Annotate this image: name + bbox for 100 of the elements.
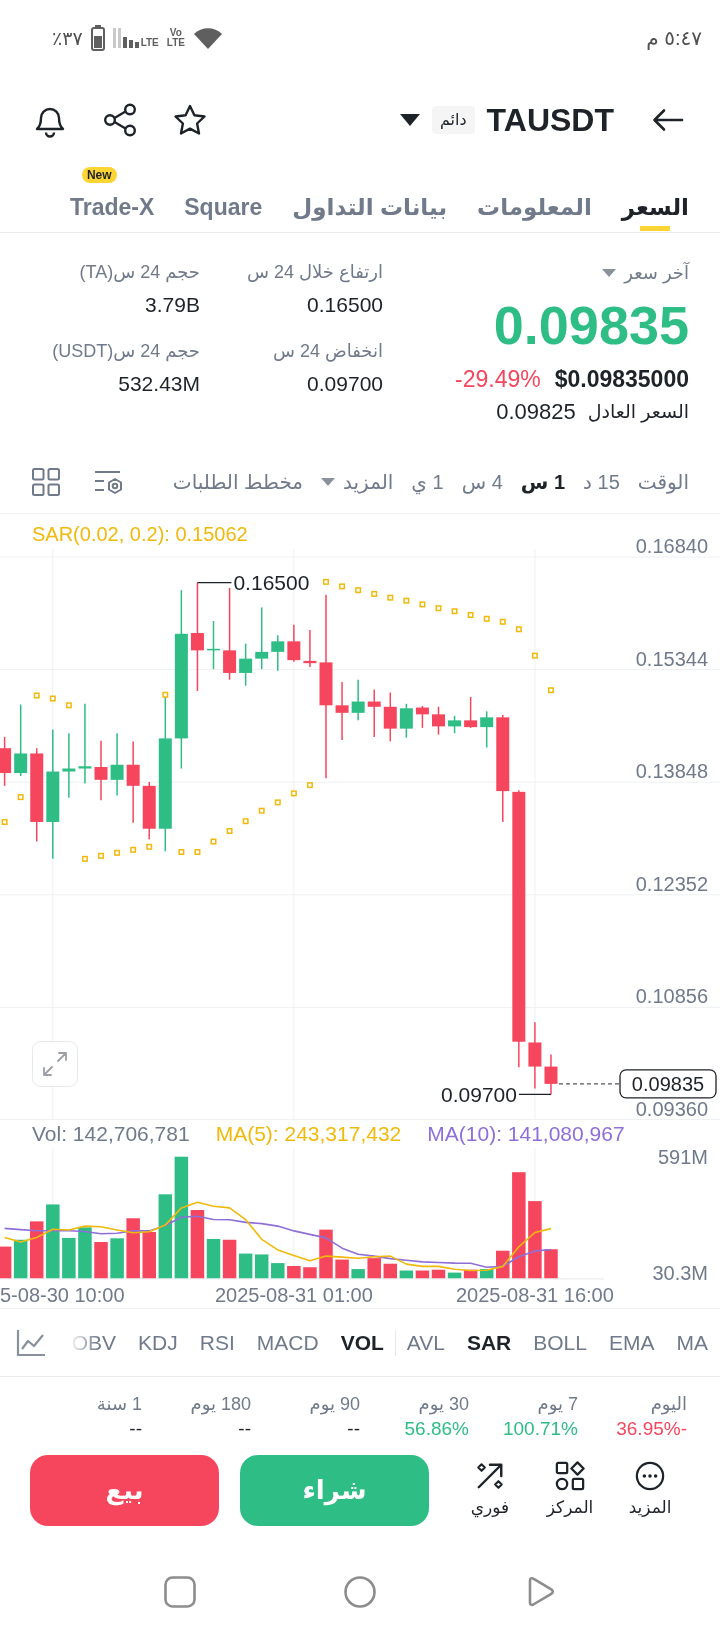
new-badge: New	[81, 167, 117, 183]
price-type-dropdown[interactable]: آخر سعر	[602, 261, 689, 285]
period-change: --	[347, 1417, 360, 1441]
stat-label: انخفاض 24 س	[272, 340, 383, 363]
indicator-tab[interactable]: SAR	[466, 1330, 512, 1355]
stat-label: ارتفاع خلال 24 س	[246, 261, 383, 284]
sar-dot	[146, 843, 153, 850]
candlestick	[142, 781, 156, 840]
caret-icon	[602, 269, 617, 277]
leader-line	[196, 581, 233, 584]
volume-bar	[287, 1266, 301, 1279]
indicator-tab[interactable]: MA	[676, 1330, 708, 1355]
battery-percent: ٣٧٪	[52, 26, 83, 50]
action-button[interactable]: المزيد	[618, 1461, 682, 1519]
candlestick	[528, 1021, 542, 1090]
indicator-tab[interactable]: MACD	[256, 1330, 319, 1355]
indicator-tab[interactable]: OBV	[71, 1330, 117, 1355]
volume-bar	[335, 1259, 349, 1279]
tab[interactable]: المعلومات	[477, 164, 592, 232]
sar-dot	[403, 597, 410, 604]
tab[interactable]: Square	[184, 164, 263, 232]
legend-label: MA(5): 243,317,432	[215, 1122, 402, 1146]
time-label: الوقت	[637, 469, 689, 494]
axis-label: 2025-08-31 16:00	[455, 1284, 614, 1306]
last-price: 0.09835	[492, 294, 689, 357]
price-change: -29.49%	[455, 365, 541, 393]
period-label: 1 سنة	[96, 1393, 142, 1416]
contract-badge: دائم	[431, 106, 475, 134]
action-button[interactable]: فوري	[458, 1461, 522, 1519]
volume-bar	[13, 1239, 28, 1279]
sar-dot	[548, 687, 554, 694]
sar-dot	[242, 818, 249, 825]
period-label: 7 يوم	[537, 1393, 578, 1416]
indicator-tab[interactable]: KDJ	[138, 1330, 178, 1355]
back-arrow-icon[interactable]	[652, 108, 684, 132]
axis-label: 0.15344	[635, 647, 708, 670]
volume-bar	[431, 1269, 446, 1279]
indicator-tab[interactable]: AVL	[406, 1330, 445, 1355]
candlestick	[255, 606, 269, 670]
tab[interactable]: السعر	[621, 164, 689, 232]
share-icon[interactable]	[103, 103, 137, 137]
sar-dot	[323, 578, 329, 585]
sar-dot	[162, 691, 169, 698]
tab[interactable]: بيانات التداول	[292, 164, 448, 232]
home-icon[interactable]	[344, 1576, 376, 1608]
volume-bar	[254, 1254, 269, 1279]
last-price-tag: 0.09835	[619, 1069, 717, 1099]
sell-button[interactable]: بيع	[30, 1454, 219, 1526]
wifi-icon	[192, 27, 223, 49]
candlestick	[239, 642, 253, 687]
sar-dot	[114, 849, 121, 856]
recent-apps-icon[interactable]	[164, 1576, 196, 1608]
sar-dot	[65, 702, 72, 709]
candlestick	[432, 706, 445, 736]
candlestick	[0, 736, 12, 787]
period-label: 30 يوم	[418, 1393, 469, 1416]
sar-dot	[49, 695, 56, 702]
indicator-tab[interactable]: VOL	[340, 1330, 384, 1355]
interval-tab[interactable]: 1 س	[520, 469, 566, 494]
expand-button[interactable]	[32, 1041, 78, 1087]
indicator-tab[interactable]: EMA	[609, 1330, 655, 1355]
shapes-grid-icon	[555, 1461, 585, 1491]
line-chart-icon[interactable]	[16, 1328, 46, 1357]
sar-dot	[451, 608, 458, 615]
star-icon[interactable]	[173, 103, 207, 137]
more-dropdown[interactable]: المزيد	[321, 469, 394, 494]
buy-button[interactable]: شراء	[240, 1454, 429, 1526]
indicator-tab[interactable]: BOLL	[533, 1330, 587, 1355]
volume-bar	[126, 1218, 140, 1279]
candlestick	[303, 629, 317, 668]
grid-icon[interactable]	[32, 467, 60, 496]
volume-bar	[479, 1269, 494, 1279]
price-line	[558, 1083, 621, 1085]
network-label: LTE	[140, 36, 159, 48]
action-button[interactable]: المركز	[538, 1461, 602, 1519]
depth-chart-tab[interactable]: مخطط الطلبات	[172, 469, 304, 494]
indicator-tab[interactable]: RSI	[199, 1330, 235, 1355]
sar-dot	[274, 799, 281, 806]
sar-dot	[306, 782, 313, 789]
interval-tab[interactable]: 15 د	[583, 469, 620, 494]
sar-dot	[515, 626, 522, 633]
signal-icon	[112, 28, 139, 48]
tab[interactable]: New Trade-X	[69, 164, 155, 232]
volume-bar	[303, 1267, 317, 1279]
volume-bar	[0, 1246, 12, 1279]
interval-tab[interactable]: 1 ي	[411, 469, 444, 494]
expand-icon	[42, 1051, 68, 1077]
list-settings-icon[interactable]	[94, 468, 124, 495]
clock-time: ٥:٤٧ م	[646, 26, 702, 50]
leader-line	[518, 1093, 552, 1096]
axis-label: 0.10856	[635, 985, 708, 1008]
volume-bar	[367, 1258, 381, 1279]
sar-legend: SAR(0.02, 0.2): 0.15062	[32, 522, 248, 545]
axis-label: 30.3M	[652, 1261, 708, 1284]
sar-dot	[194, 849, 201, 856]
stat-value: 3.79B	[144, 292, 200, 318]
sar-dot	[290, 790, 297, 797]
interval-tab[interactable]: 4 س	[461, 469, 503, 494]
period-change: --	[238, 1417, 251, 1441]
caret-icon[interactable]	[399, 114, 420, 126]
